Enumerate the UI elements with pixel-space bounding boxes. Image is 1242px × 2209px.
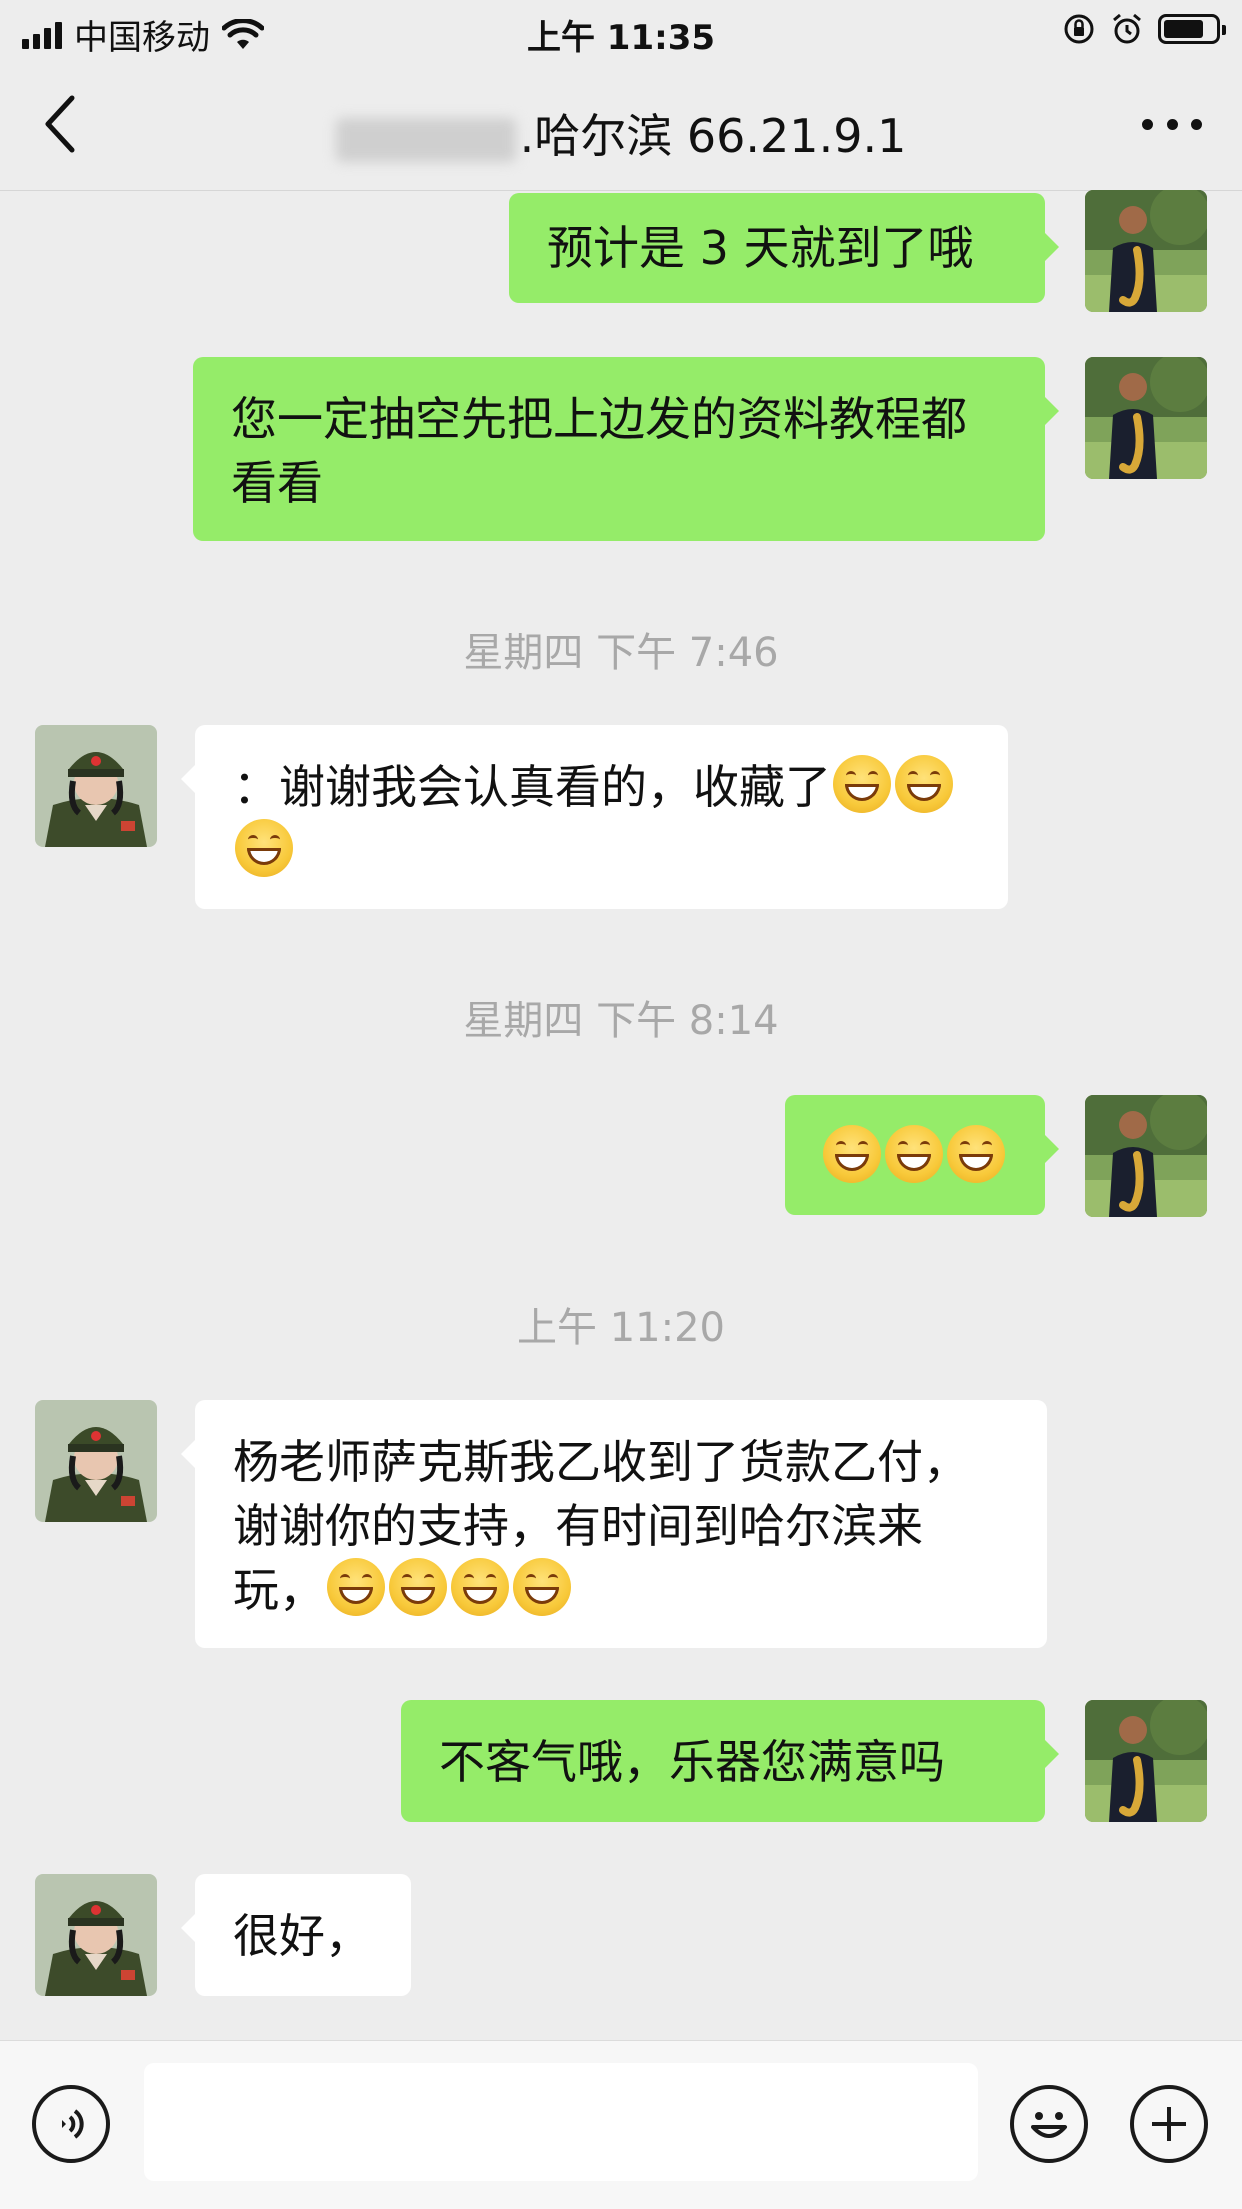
message-text: 您一定抽空先把上边发的资料教程都看看 (231, 392, 967, 510)
timestamp: 星期四 下午 7:46 (463, 630, 779, 676)
avatar-contact-image (35, 1400, 157, 1522)
avatar-self[interactable] (1085, 357, 1207, 479)
avatar-self[interactable] (1085, 190, 1207, 312)
emoji-icon[interactable] (1010, 2085, 1088, 2163)
avatar-contact-image (35, 1874, 157, 1996)
message-bubble-self[interactable]: 您一定抽空先把上边发的资料教程都看看 (193, 357, 1059, 541)
grinning-emoji-icon (833, 755, 891, 813)
message-bubble-self[interactable] (785, 1095, 1059, 1215)
redacted-name (335, 117, 516, 162)
avatar-self-image (1085, 1095, 1207, 1217)
grinning-emoji-icon (327, 1558, 385, 1616)
grinning-emoji-icon (885, 1125, 943, 1183)
grinning-emoji-icon (895, 755, 953, 813)
grinning-emoji-icon (947, 1125, 1005, 1183)
alarm-icon (1113, 13, 1141, 44)
avatar-self-image (1085, 357, 1207, 479)
avatar-contact[interactable] (35, 725, 157, 847)
battery-icon (1158, 14, 1226, 44)
grinning-emoji-icon (823, 1125, 881, 1183)
status-time: 上午 11:35 (526, 18, 716, 58)
message-bubble-contact[interactable]: 杨老师萨克斯我乙收到了货款乙付，谢谢你的支持，有时间到哈尔滨来玩， (181, 1400, 1047, 1648)
grinning-emoji-icon (513, 1558, 571, 1616)
input-bar (0, 2040, 1242, 2209)
grinning-emoji-icon (451, 1558, 509, 1616)
avatar-self-image (1085, 1700, 1207, 1822)
nav-bar: .哈尔滨 66.21.9.1 (0, 62, 1242, 191)
timestamp: 上午 11:20 (517, 1305, 725, 1351)
plus-icon[interactable] (1130, 2085, 1208, 2163)
status-right (1062, 12, 1226, 46)
avatar-contact[interactable] (35, 1400, 157, 1522)
message-input[interactable] (144, 2063, 978, 2181)
message-text: 不客气哦，乐器您满意吗 (439, 1735, 945, 1789)
more-dots-icon[interactable] (1142, 104, 1202, 144)
message-text: 预计是 3 天就到了哦 (547, 221, 974, 275)
status-bar: 中国移动 上午 11:35 (0, 0, 1242, 62)
avatar-self-image (1085, 190, 1207, 312)
message-bubble-self[interactable]: 预计是 3 天就到了哦 (509, 193, 1059, 303)
avatar-self[interactable] (1085, 1700, 1207, 1822)
grinning-emoji-icon (235, 819, 293, 877)
timestamp: 星期四 下午 8:14 (463, 998, 779, 1044)
voice-icon[interactable] (32, 2085, 110, 2163)
chat-title: .哈尔滨 66.21.9.1 (0, 100, 1242, 166)
message-text: ：谢谢我会认真看的，收藏了 (233, 760, 831, 814)
grinning-emoji-icon (389, 1558, 447, 1616)
chat-title-text: .哈尔滨 66.21.9.1 (519, 109, 907, 163)
message-bubble-contact[interactable]: 很好， (181, 1874, 411, 1996)
avatar-contact-image (35, 725, 157, 847)
avatar-self[interactable] (1085, 1095, 1207, 1217)
message-text: 很好， (233, 1909, 371, 1963)
message-bubble-contact[interactable]: ：谢谢我会认真看的，收藏了 (181, 725, 1008, 909)
message-bubble-self[interactable]: 不客气哦，乐器您满意吗 (401, 1700, 1059, 1822)
orientation-lock-icon (1064, 14, 1094, 44)
avatar-contact[interactable] (35, 1874, 157, 1996)
